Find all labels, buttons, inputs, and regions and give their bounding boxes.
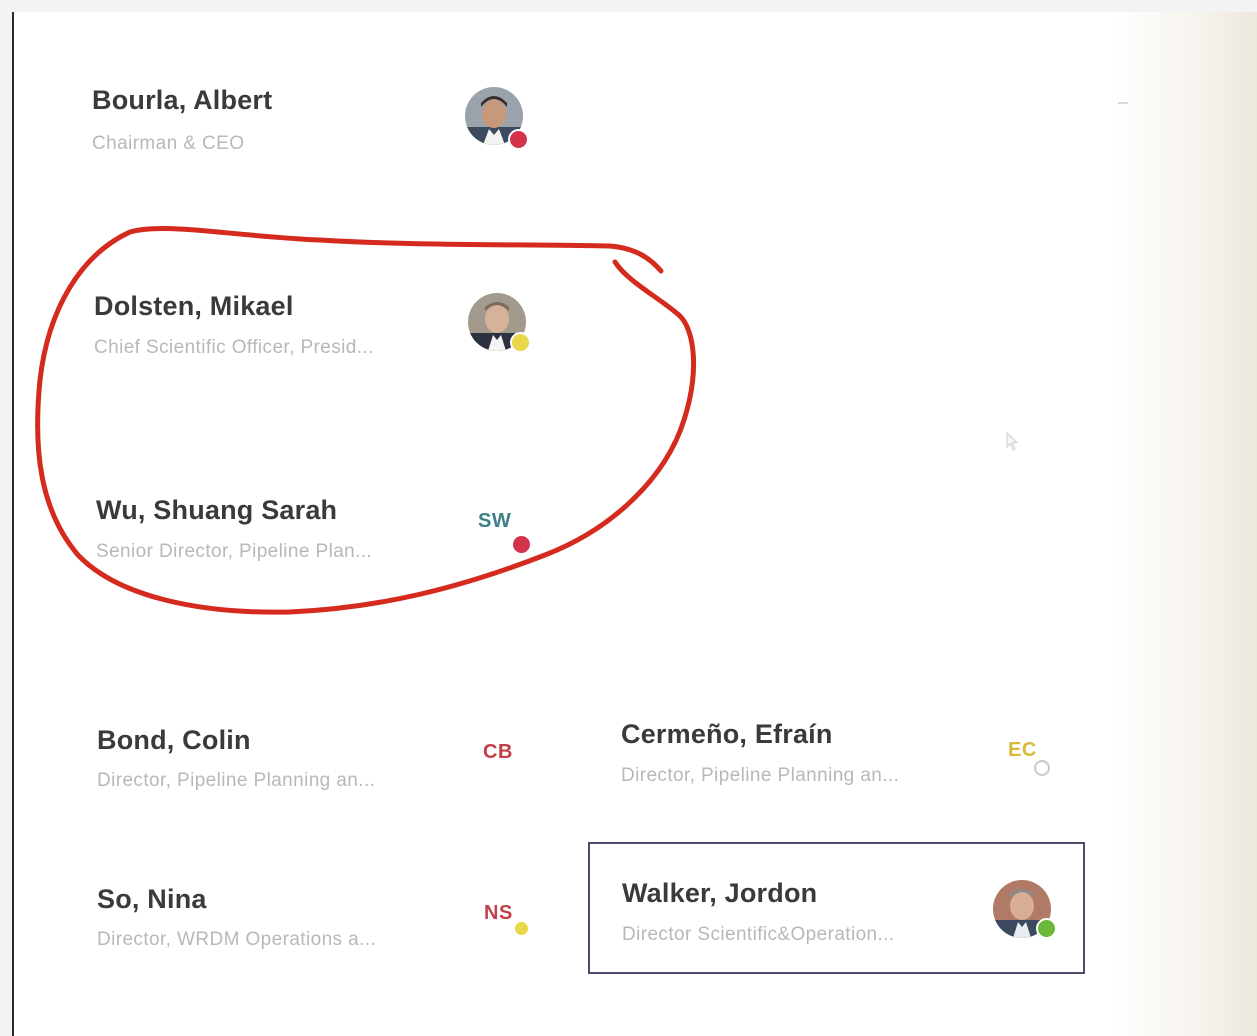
initials-avatar[interactable]: NS <box>484 902 513 925</box>
person-card-walker-selected[interactable]: Walker, Jordon Director Scientific&Opera… <box>588 842 1085 974</box>
presence-status-icon <box>1036 918 1057 939</box>
mouse-cursor-icon <box>1006 431 1020 457</box>
person-title: Senior Director, Pipeline Plan... <box>96 541 373 562</box>
person-name: Bourla, Albert <box>92 85 273 115</box>
person-title: Director, WRDM Operations a... <box>97 929 377 950</box>
person-name: So, Nina <box>97 884 207 914</box>
initials-avatar[interactable]: CB <box>483 741 513 764</box>
person-name: Bond, Colin <box>97 725 251 755</box>
presence-status-icon <box>511 534 532 555</box>
person-name: Wu, Shuang Sarah <box>96 495 338 525</box>
person-title: Director, Pipeline Planning an... <box>97 770 376 791</box>
faint-mark <box>1118 102 1128 104</box>
person-name: Walker, Jordon <box>622 878 818 908</box>
presence-status-icon <box>508 129 529 150</box>
initials-avatar[interactable]: SW <box>478 510 511 533</box>
person-title: Director, Pipeline Planning an... <box>621 765 900 786</box>
person-title: Chief Scientific Officer, Presid... <box>94 337 374 358</box>
presence-status-icon <box>1034 760 1050 776</box>
presence-status-icon <box>513 920 530 937</box>
person-name: Dolsten, Mikael <box>94 291 294 321</box>
person-title: Chairman & CEO <box>92 133 245 154</box>
initials-avatar[interactable]: EC <box>1008 739 1037 762</box>
presence-status-icon <box>510 332 531 353</box>
person-name: Cermeño, Efraín <box>621 719 833 749</box>
person-title: Director Scientific&Operation... <box>622 924 895 945</box>
